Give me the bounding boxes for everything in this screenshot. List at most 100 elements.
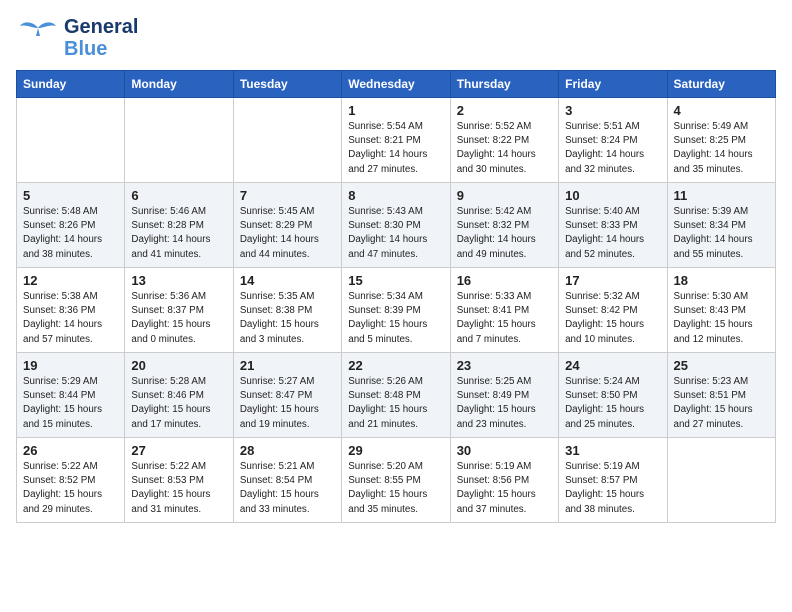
page-header: General Blue	[16, 16, 776, 60]
day-number: 27	[131, 443, 226, 458]
day-info: Sunrise: 5:40 AM Sunset: 8:33 PM Dayligh…	[565, 205, 660, 262]
day-info: Sunrise: 5:43 AM Sunset: 8:30 PM Dayligh…	[348, 205, 443, 262]
logo-blue: Blue	[64, 38, 138, 60]
calendar-week-row: 5 Sunrise: 5:48 AM Sunset: 8:26 PM Daylig…	[17, 183, 776, 268]
calendar-cell	[233, 98, 341, 183]
calendar-header-friday: Friday	[559, 71, 667, 98]
calendar-cell	[125, 98, 233, 183]
day-info: Sunrise: 5:26 AM Sunset: 8:48 PM Dayligh…	[348, 375, 443, 432]
logo-icon	[16, 18, 60, 54]
calendar-table: SundayMondayTuesdayWednesdayThursdayFrid…	[16, 70, 776, 523]
calendar-cell: 26 Sunrise: 5:22 AM Sunset: 8:52 PM Dayli…	[17, 438, 125, 523]
day-info: Sunrise: 5:45 AM Sunset: 8:29 PM Dayligh…	[240, 205, 335, 262]
day-number: 2	[457, 103, 552, 118]
calendar-cell: 16 Sunrise: 5:33 AM Sunset: 8:41 PM Dayli…	[450, 268, 558, 353]
day-info: Sunrise: 5:27 AM Sunset: 8:47 PM Dayligh…	[240, 375, 335, 432]
day-number: 8	[348, 188, 443, 203]
calendar-cell: 4 Sunrise: 5:49 AM Sunset: 8:25 PM Daylig…	[667, 98, 775, 183]
calendar-cell	[17, 98, 125, 183]
calendar-cell: 19Sunrise: 5:29 AM Sunset: 8:44 PM Dayli…	[17, 353, 125, 438]
day-info: Sunrise: 5:19 AM Sunset: 8:57 PM Dayligh…	[565, 460, 660, 517]
day-number: 21	[240, 358, 335, 373]
calendar-week-row: 19Sunrise: 5:29 AM Sunset: 8:44 PM Dayli…	[17, 353, 776, 438]
day-info: Sunrise: 5:34 AM Sunset: 8:39 PM Dayligh…	[348, 290, 443, 347]
day-info: Sunrise: 5:48 AM Sunset: 8:26 PM Dayligh…	[23, 205, 118, 262]
day-info: Sunrise: 5:51 AM Sunset: 8:24 PM Dayligh…	[565, 120, 660, 177]
day-info: Sunrise: 5:29 AM Sunset: 8:44 PM Dayligh…	[23, 375, 118, 432]
day-info: Sunrise: 5:28 AM Sunset: 8:46 PM Dayligh…	[131, 375, 226, 432]
calendar-cell: 28 Sunrise: 5:21 AM Sunset: 8:54 PM Dayli…	[233, 438, 341, 523]
day-info: Sunrise: 5:49 AM Sunset: 8:25 PM Dayligh…	[674, 120, 769, 177]
calendar-week-row: 26 Sunrise: 5:22 AM Sunset: 8:52 PM Dayli…	[17, 438, 776, 523]
day-info: Sunrise: 5:38 AM Sunset: 8:36 PM Dayligh…	[23, 290, 118, 347]
calendar-cell: 22Sunrise: 5:26 AM Sunset: 8:48 PM Dayli…	[342, 353, 450, 438]
day-info: Sunrise: 5:24 AM Sunset: 8:50 PM Dayligh…	[565, 375, 660, 432]
calendar-header-wednesday: Wednesday	[342, 71, 450, 98]
day-number: 6	[131, 188, 226, 203]
calendar-cell: 20 Sunrise: 5:28 AM Sunset: 8:46 PM Dayli…	[125, 353, 233, 438]
day-number: 5	[23, 188, 118, 203]
day-number: 31	[565, 443, 660, 458]
day-number: 17	[565, 273, 660, 288]
day-number: 30	[457, 443, 552, 458]
calendar-cell: 7 Sunrise: 5:45 AM Sunset: 8:29 PM Daylig…	[233, 183, 341, 268]
calendar-header-saturday: Saturday	[667, 71, 775, 98]
day-number: 12	[23, 273, 118, 288]
day-info: Sunrise: 5:39 AM Sunset: 8:34 PM Dayligh…	[674, 205, 769, 262]
logo-general: General	[64, 16, 138, 38]
calendar-cell: 18Sunrise: 5:30 AM Sunset: 8:43 PM Dayli…	[667, 268, 775, 353]
day-info: Sunrise: 5:20 AM Sunset: 8:55 PM Dayligh…	[348, 460, 443, 517]
day-info: Sunrise: 5:42 AM Sunset: 8:32 PM Dayligh…	[457, 205, 552, 262]
calendar-cell: 25Sunrise: 5:23 AM Sunset: 8:51 PM Dayli…	[667, 353, 775, 438]
day-info: Sunrise: 5:21 AM Sunset: 8:54 PM Dayligh…	[240, 460, 335, 517]
calendar-cell: 30 Sunrise: 5:19 AM Sunset: 8:56 PM Dayli…	[450, 438, 558, 523]
day-number: 11	[674, 188, 769, 203]
day-number: 4	[674, 103, 769, 118]
day-info: Sunrise: 5:46 AM Sunset: 8:28 PM Dayligh…	[131, 205, 226, 262]
day-info: Sunrise: 5:52 AM Sunset: 8:22 PM Dayligh…	[457, 120, 552, 177]
calendar-cell: 9 Sunrise: 5:42 AM Sunset: 8:32 PM Daylig…	[450, 183, 558, 268]
calendar-cell: 3 Sunrise: 5:51 AM Sunset: 8:24 PM Daylig…	[559, 98, 667, 183]
day-info: Sunrise: 5:19 AM Sunset: 8:56 PM Dayligh…	[457, 460, 552, 517]
calendar-cell: 10 Sunrise: 5:40 AM Sunset: 8:33 PM Dayli…	[559, 183, 667, 268]
day-info: Sunrise: 5:35 AM Sunset: 8:38 PM Dayligh…	[240, 290, 335, 347]
day-info: Sunrise: 5:33 AM Sunset: 8:41 PM Dayligh…	[457, 290, 552, 347]
day-number: 18	[674, 273, 769, 288]
calendar-header-thursday: Thursday	[450, 71, 558, 98]
calendar-cell: 13 Sunrise: 5:36 AM Sunset: 8:37 PM Dayli…	[125, 268, 233, 353]
day-number: 26	[23, 443, 118, 458]
day-number: 28	[240, 443, 335, 458]
logo: General Blue	[16, 16, 138, 60]
day-info: Sunrise: 5:36 AM Sunset: 8:37 PM Dayligh…	[131, 290, 226, 347]
calendar-header-monday: Monday	[125, 71, 233, 98]
calendar-cell: 24 Sunrise: 5:24 AM Sunset: 8:50 PM Dayli…	[559, 353, 667, 438]
calendar-cell: 31 Sunrise: 5:19 AM Sunset: 8:57 PM Dayli…	[559, 438, 667, 523]
calendar-header-row: SundayMondayTuesdayWednesdayThursdayFrid…	[17, 71, 776, 98]
calendar-cell: 14 Sunrise: 5:35 AM Sunset: 8:38 PM Dayli…	[233, 268, 341, 353]
day-number: 23	[457, 358, 552, 373]
calendar-week-row: 12 Sunrise: 5:38 AM Sunset: 8:36 PM Dayli…	[17, 268, 776, 353]
calendar-cell: 21 Sunrise: 5:27 AM Sunset: 8:47 PM Dayli…	[233, 353, 341, 438]
day-number: 10	[565, 188, 660, 203]
calendar-cell: 29 Sunrise: 5:20 AM Sunset: 8:55 PM Dayli…	[342, 438, 450, 523]
calendar-cell: 6 Sunrise: 5:46 AM Sunset: 8:28 PM Daylig…	[125, 183, 233, 268]
day-number: 1	[348, 103, 443, 118]
calendar-cell: 15 Sunrise: 5:34 AM Sunset: 8:39 PM Dayli…	[342, 268, 450, 353]
day-number: 14	[240, 273, 335, 288]
day-info: Sunrise: 5:22 AM Sunset: 8:53 PM Dayligh…	[131, 460, 226, 517]
day-number: 9	[457, 188, 552, 203]
day-number: 29	[348, 443, 443, 458]
day-info: Sunrise: 5:22 AM Sunset: 8:52 PM Dayligh…	[23, 460, 118, 517]
day-number: 20	[131, 358, 226, 373]
calendar-cell: 2 Sunrise: 5:52 AM Sunset: 8:22 PM Daylig…	[450, 98, 558, 183]
day-number: 13	[131, 273, 226, 288]
calendar-cell: 12 Sunrise: 5:38 AM Sunset: 8:36 PM Dayli…	[17, 268, 125, 353]
day-number: 15	[348, 273, 443, 288]
day-number: 3	[565, 103, 660, 118]
day-number: 24	[565, 358, 660, 373]
calendar-header-sunday: Sunday	[17, 71, 125, 98]
day-number: 16	[457, 273, 552, 288]
day-number: 7	[240, 188, 335, 203]
day-info: Sunrise: 5:32 AM Sunset: 8:42 PM Dayligh…	[565, 290, 660, 347]
calendar-week-row: 1Sunrise: 5:54 AM Sunset: 8:21 PM Daylig…	[17, 98, 776, 183]
